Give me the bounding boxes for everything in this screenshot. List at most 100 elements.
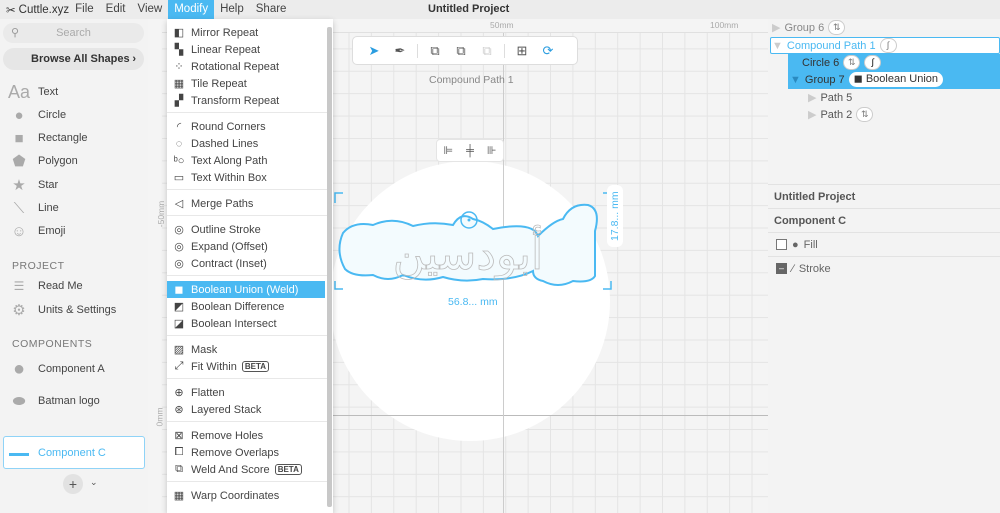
selection-label: Compound Path 1 bbox=[429, 74, 514, 86]
select-tool-icon[interactable]: ➤ bbox=[361, 43, 387, 59]
artwork-text: أبودسين bbox=[393, 225, 543, 280]
menu-item-text-within-box[interactable]: ▭ Text Within Box bbox=[167, 169, 325, 186]
menu-item-merge-paths[interactable]: ◁ Merge Paths bbox=[167, 195, 325, 212]
layer-path-2[interactable]: ▶ Path 2 ⇅ bbox=[808, 106, 874, 123]
send-backward-icon[interactable]: ⧉ bbox=[448, 43, 474, 59]
menu-item-layered-stack[interactable]: ⊛ Layered Stack bbox=[167, 401, 325, 418]
menu-item-fit-within[interactable]: ⤢ Fit Within BETA bbox=[167, 358, 325, 375]
component-batman-logo[interactable]: ⬬ Batman logo bbox=[0, 390, 148, 412]
text-along-path-icon: ᵇ○ bbox=[173, 154, 185, 167]
contract-icon: ◎ bbox=[174, 258, 184, 270]
menu-item-rotational-repeat[interactable]: ⁘ Rotational Repeat bbox=[167, 58, 325, 75]
menu-modify[interactable]: Modify bbox=[168, 0, 215, 19]
menu-item-boolean-union-weld[interactable]: ◼ Boolean Union (Weld) bbox=[167, 281, 325, 298]
stroke-row: – ∕ Stroke bbox=[768, 256, 1000, 280]
ruler-label: 50mm bbox=[490, 20, 514, 30]
disabled-tool-icon[interactable]: ⧉ bbox=[474, 43, 500, 59]
mirror-repeat-icon: ◧ bbox=[173, 27, 185, 39]
align-right-icon[interactable]: ⊪ bbox=[487, 144, 497, 157]
menu-scrollbar[interactable] bbox=[327, 27, 332, 507]
expand-icon: ◎ bbox=[174, 241, 184, 253]
triangle-right-icon: ▶ bbox=[772, 22, 781, 34]
menu-item-boolean-difference[interactable]: ◩ Boolean Difference bbox=[167, 298, 325, 315]
menu-item-weld-and-score[interactable]: ⧉ Weld And Score BETA bbox=[167, 461, 325, 478]
component-a[interactable]: ● Component A bbox=[0, 358, 148, 380]
layer-compound-path-1[interactable]: ▼ Compound Path 1 ∫ bbox=[772, 37, 897, 54]
shape-polygon[interactable]: ⬟ Polygon bbox=[0, 150, 148, 172]
shape-text[interactable]: Aa Text bbox=[0, 81, 148, 103]
search-input[interactable]: ⚲ Search bbox=[3, 23, 144, 43]
chevron-right-icon: › bbox=[132, 53, 136, 65]
project-units-settings[interactable]: ⚙ Units & Settings bbox=[0, 299, 148, 321]
fill-row: ● Fill bbox=[768, 232, 1000, 256]
app-logo[interactable]: ✂ Cuttle.xyz bbox=[0, 3, 69, 17]
layer-circle-6[interactable]: Circle 6 ⇅ ∫ bbox=[802, 54, 882, 71]
menu-item-label: Boolean Intersect bbox=[191, 317, 277, 330]
shape-line[interactable]: ⟍ Line bbox=[0, 197, 148, 219]
layer-path-5[interactable]: ▶ Path 5 bbox=[808, 89, 852, 106]
tile-repeat-icon: ▦ bbox=[173, 78, 185, 90]
shape-rectangle[interactable]: ■ Rectangle bbox=[0, 127, 148, 149]
menu-help[interactable]: Help bbox=[214, 0, 250, 19]
project-properties-header[interactable]: Untitled Project bbox=[768, 184, 1000, 208]
remove-holes-icon: ⊠ bbox=[174, 430, 184, 442]
menu-item-boolean-intersect[interactable]: ◪ Boolean Intersect bbox=[167, 315, 325, 332]
menu-item-flatten[interactable]: ⊕ Flatten bbox=[167, 384, 325, 401]
shape-circle[interactable]: ● Circle bbox=[0, 104, 148, 126]
warp-coordinates-icon: ▦ bbox=[173, 490, 185, 502]
stroke-checkbox[interactable]: – bbox=[776, 263, 787, 274]
fill-checkbox[interactable] bbox=[776, 239, 787, 250]
layer-group-7[interactable]: ▼ Group 7 ◼ Boolean Union bbox=[790, 71, 944, 88]
menu-divider bbox=[167, 215, 327, 216]
menu-share[interactable]: Share bbox=[250, 0, 293, 19]
plus-icon: + bbox=[68, 476, 78, 492]
menu-item-remove-overlaps[interactable]: ⧠ Remove Overlaps bbox=[167, 444, 325, 461]
mask-icon: ▨ bbox=[173, 344, 185, 356]
menu-item-dashed-lines[interactable]: ◌ Dashed Lines bbox=[167, 135, 325, 152]
shape-star[interactable]: ★ Star bbox=[0, 174, 148, 196]
menu-item-label: Dashed Lines bbox=[191, 137, 259, 150]
star-icon: ★ bbox=[12, 177, 26, 194]
selected-artwork[interactable]: أبودسين bbox=[333, 191, 613, 291]
project-title[interactable]: Untitled Project bbox=[428, 3, 509, 15]
menu-item-label: Warp Coordinates bbox=[191, 489, 280, 502]
align-left-icon[interactable]: ⊫ bbox=[444, 144, 454, 157]
browse-all-shapes-button[interactable]: Browse All Shapes › bbox=[3, 48, 144, 70]
ruler-label: -50mm bbox=[156, 200, 167, 228]
add-component-button[interactable]: + bbox=[63, 474, 83, 494]
height-dimension[interactable]: 17.8... mm bbox=[607, 185, 623, 247]
boolean-union-icon: ◼ bbox=[174, 284, 184, 296]
menu-view[interactable]: View bbox=[132, 0, 169, 19]
bring-forward-icon[interactable]: ⧉ bbox=[422, 43, 448, 59]
pen-tool-icon[interactable]: ✒ bbox=[387, 43, 413, 59]
component-properties-header[interactable]: Component C bbox=[768, 208, 1000, 232]
menu-item-text-along-path[interactable]: ᵇ○ Text Along Path bbox=[167, 152, 325, 169]
menu-item-mask[interactable]: ▨ Mask bbox=[167, 341, 325, 358]
menu-item-remove-holes[interactable]: ⊠ Remove Holes bbox=[167, 427, 325, 444]
project-read-me[interactable]: ☰ Read Me bbox=[0, 275, 148, 297]
menu-item-outline-stroke[interactable]: ◎ Outline Stroke bbox=[167, 221, 325, 238]
layered-stack-icon: ⊛ bbox=[174, 404, 184, 416]
align-center-icon[interactable]: ╪ bbox=[466, 145, 474, 157]
menu-item-contract-inset[interactable]: ◎ Contract (Inset) bbox=[167, 255, 325, 272]
shape-emoji[interactable]: ☺ Emoji bbox=[0, 220, 148, 242]
stroke-icon: ∫ bbox=[879, 38, 897, 53]
snap-magnet-icon[interactable]: ⟳ bbox=[535, 43, 561, 59]
width-dimension[interactable]: 56.8... mm bbox=[448, 296, 498, 308]
menu-edit[interactable]: Edit bbox=[100, 0, 132, 19]
menu-item-linear-repeat[interactable]: ▚ Linear Repeat bbox=[167, 41, 325, 58]
menu-item-expand-offset[interactable]: ◎ Expand (Offset) bbox=[167, 238, 325, 255]
menu-item-label: Outline Stroke bbox=[191, 223, 261, 236]
batman-logo-thumbnail: ⬬ bbox=[12, 392, 26, 410]
menu-item-warp-coordinates[interactable]: ▦ Warp Coordinates bbox=[167, 487, 325, 504]
menu-item-mirror-repeat[interactable]: ◧ Mirror Repeat bbox=[167, 24, 325, 41]
menu-item-label: Layered Stack bbox=[191, 403, 262, 416]
menu-item-tile-repeat[interactable]: ▦ Tile Repeat bbox=[167, 75, 325, 92]
snap-grid-icon[interactable]: ⊞ bbox=[509, 43, 535, 59]
chevron-down-icon[interactable]: ⌄ bbox=[90, 477, 98, 488]
layer-group-6[interactable]: ▶ Group 6 ⇅ bbox=[772, 19, 846, 36]
menu-item-round-corners[interactable]: ◜ Round Corners bbox=[167, 118, 325, 135]
menu-item-transform-repeat[interactable]: ▞ Transform Repeat bbox=[167, 92, 325, 109]
component-c-row[interactable]: ▬▬ Component C bbox=[0, 442, 148, 464]
menu-file[interactable]: File bbox=[69, 0, 100, 19]
